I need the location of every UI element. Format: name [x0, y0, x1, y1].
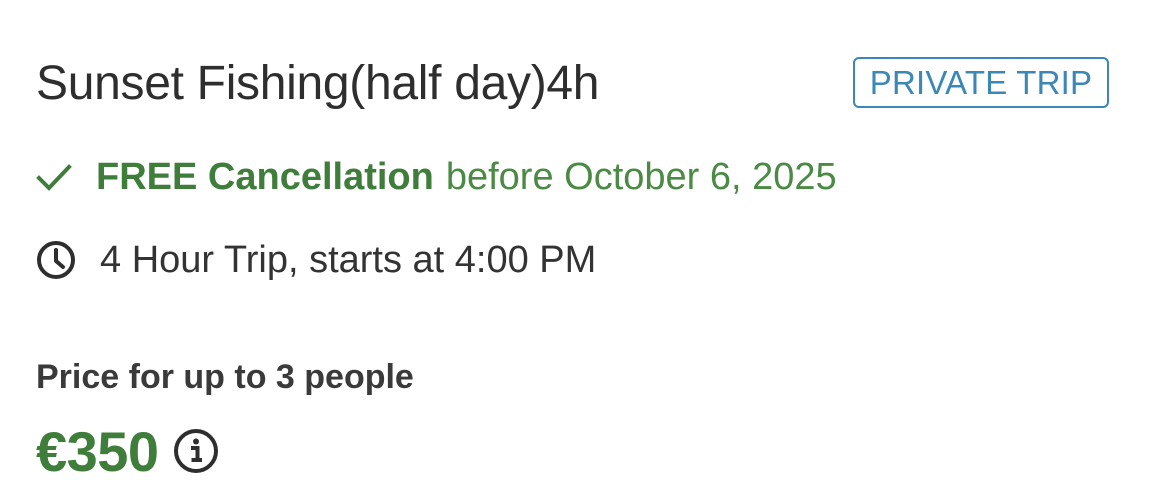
price-row: €350	[36, 418, 219, 484]
trip-title: Sunset Fishing(half day)4h	[36, 57, 600, 110]
trip-duration-text: 4 Hour Trip, starts at 4:00 PM	[100, 238, 597, 281]
free-cancellation-label: FREE Cancellation	[96, 155, 434, 198]
trip-duration-row: 4 Hour Trip, starts at 4:00 PM	[36, 233, 596, 287]
free-cancellation-row: FREE Cancellation before October 6, 2025	[36, 150, 837, 204]
clock-icon	[36, 240, 76, 280]
info-icon[interactable]	[173, 428, 219, 474]
check-icon	[36, 159, 72, 195]
price-label: Price for up to 3 people	[36, 358, 414, 396]
private-trip-badge: PRIVATE TRIP	[853, 57, 1109, 108]
cancellation-deadline: before October 6, 2025	[445, 155, 837, 198]
price-value: €350	[36, 419, 159, 483]
trip-card: Sunset Fishing(half day)4h PRIVATE TRIP …	[0, 0, 1151, 492]
